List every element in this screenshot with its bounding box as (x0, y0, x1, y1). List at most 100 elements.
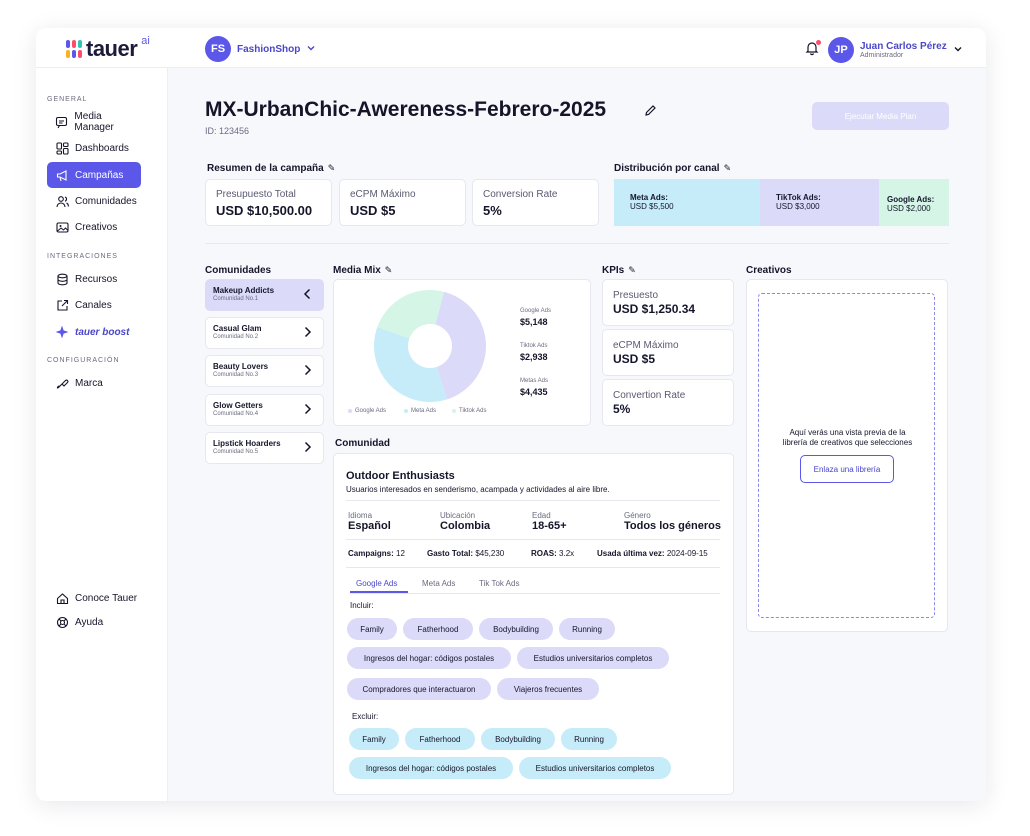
community-item[interactable]: Casual Glam Comunidad No.2 (205, 317, 324, 349)
channel-name: Google Ads: (887, 195, 935, 204)
user-role: Administrador (860, 52, 904, 59)
legend-dot (348, 409, 352, 413)
logo[interactable]: tauer ai (66, 35, 150, 60)
exclude-chip[interactable]: Bodybuilding (481, 728, 555, 750)
attribute-label: Ubicación (440, 511, 476, 520)
user-menu[interactable]: JP Juan Carlos Pérez Administrador (828, 37, 963, 63)
tab-tiktok-ads[interactable]: Tik Tok Ads (479, 579, 519, 588)
exclude-chip[interactable]: Estudios universitarios completos (519, 757, 671, 779)
sidebar-item-label: Dashboards (75, 142, 129, 154)
distribution-tiktok: TikTok Ads: USD $3,000 (760, 179, 879, 226)
sidebar-item-creativos[interactable]: Creativos (47, 214, 141, 240)
creatives-heading: Creativos (746, 265, 792, 276)
user-name: Juan Carlos Pérez (860, 41, 947, 52)
execute-media-plan-button[interactable]: Ejecutar Media Plan (812, 102, 949, 130)
link-library-button[interactable]: Enlaza una librería (800, 455, 894, 483)
include-chip[interactable]: Estudios universitarios completos (517, 647, 669, 669)
include-chip[interactable]: Compradores que interactuaron (347, 678, 491, 700)
attribute-value: Colombia (440, 520, 491, 532)
attribute-label: Edad (532, 511, 551, 520)
sidebar-item-label: Comunidades (75, 195, 137, 207)
media-mix-card: Google Ads $5,148 Tiktok Ads $2,938 Meta… (333, 279, 591, 426)
chevron-right-icon (303, 403, 312, 418)
section-divider (205, 243, 949, 244)
sidebar-footer-conoce-tauer[interactable]: Conoce Tauer (47, 585, 141, 611)
external-link-icon (55, 298, 69, 312)
include-chip[interactable]: Bodybuilding (479, 618, 553, 640)
include-chip[interactable]: Ingresos del hogar: códigos postales (347, 647, 511, 669)
exclude-label: Excluir: (352, 712, 379, 721)
image-icon (55, 220, 69, 234)
summary-value: 5% (483, 203, 502, 218)
include-chip[interactable]: Family (347, 618, 397, 640)
edit-summary-icon[interactable]: ✎ (328, 163, 336, 173)
edit-title-icon[interactable] (644, 104, 657, 120)
distribution-heading: Distribución por canal ✎ (614, 163, 731, 174)
sidebar-item-label: Media Manager (74, 111, 114, 133)
sidebar-item-dashboards[interactable]: Dashboards (47, 135, 141, 161)
exclude-chip[interactable]: Fatherhood (405, 728, 475, 750)
sidebar-item-label: tauer boost (75, 326, 130, 338)
community-detail-card: Outdoor Enthusiasts Usuarios interesados… (333, 453, 734, 795)
kpis-heading-text: KPIs (602, 265, 625, 276)
edit-media-mix-icon[interactable]: ✎ (385, 265, 393, 275)
edit-kpis-icon[interactable]: ✎ (628, 265, 636, 275)
summary-label: Presupuesto Total (216, 189, 296, 200)
sidebar-item-tauer-boost[interactable]: tauer boost (47, 319, 141, 345)
channel-name: TikTok Ads: (776, 193, 821, 202)
top-bar: tauer ai FS FashionShop JP Juan Carlos P… (36, 28, 986, 68)
channel-value: USD $5,500 (630, 202, 674, 211)
stat-value: 3.2x (559, 549, 575, 558)
creatives-dropzone: Aquí verás una vista previa de la librer… (758, 293, 935, 618)
megaphone-icon (55, 168, 69, 182)
legend-tiktok: Tiktok Ads (452, 408, 486, 414)
chevron-right-icon (303, 441, 312, 456)
attribute-value: 18-65+ (532, 520, 567, 532)
divider (346, 500, 720, 501)
media-mix-heading: Media Mix ✎ (333, 265, 392, 276)
kpi-card: Presuesto USD $1,250.34 (602, 279, 734, 326)
sidebar-item-canales[interactable]: Canales (47, 292, 141, 318)
distribution-google: Google Ads: USD $2,000 (879, 179, 949, 226)
legend-dot (404, 409, 408, 413)
exclude-chip[interactable]: Family (349, 728, 399, 750)
sidebar-item-comunidades[interactable]: Comunidades (47, 188, 141, 214)
summary-value: USD $5 (350, 203, 396, 218)
communities-heading: Comunidades (205, 265, 272, 276)
exclude-chip[interactable]: Running (561, 728, 617, 750)
sidebar-item-label: Recursos (75, 273, 118, 285)
include-chip[interactable]: Viajeros frecuentes (497, 678, 599, 700)
sidebar-item-campanas[interactable]: Campañas (47, 162, 141, 188)
community-item[interactable]: Lipstick Hoarders Comunidad No.5 (205, 432, 324, 464)
include-chip[interactable]: Running (559, 618, 615, 640)
edit-distribution-icon[interactable]: ✎ (724, 163, 732, 173)
sparkle-icon (55, 325, 69, 339)
shop-selector[interactable]: FS FashionShop (205, 36, 316, 62)
summary-heading: Resumen de la campaña ✎ (207, 163, 335, 174)
sidebar-item-recursos[interactable]: Recursos (47, 266, 141, 292)
community-item[interactable]: Makeup Addicts Comunidad No.1 (205, 279, 324, 311)
chevron-down-icon (306, 43, 316, 56)
include-label: Incluir: (350, 601, 374, 610)
sidebar-footer-ayuda[interactable]: Ayuda (47, 609, 141, 635)
tab-google-ads[interactable]: Google Ads (356, 579, 397, 588)
palette-icon (55, 376, 69, 390)
divider (346, 567, 720, 568)
mix-label: Metas Ads (520, 378, 549, 384)
include-chip[interactable]: Fatherhood (403, 618, 473, 640)
sidebar-item-marca[interactable]: Marca (47, 370, 141, 396)
summary-card-conversion: Conversion Rate 5% (472, 179, 599, 226)
shop-avatar: FS (205, 36, 231, 62)
chevron-right-icon (303, 364, 312, 379)
kpi-card: Convertion Rate 5% (602, 379, 734, 426)
exclude-chip[interactable]: Ingresos del hogar: códigos postales (349, 757, 513, 779)
legend-meta: Meta Ads (404, 408, 436, 414)
sidebar-item-media-manager[interactable]: Media Manager (47, 109, 141, 135)
stat-roas: ROAS: 3.2x (531, 549, 574, 558)
community-item[interactable]: Glow Getters Comunidad No.4 (205, 394, 324, 426)
tab-meta-ads[interactable]: Meta Ads (422, 579, 455, 588)
stat-value: 12 (396, 549, 405, 558)
summary-label: Conversion Rate (483, 189, 558, 200)
sidebar-item-label: Ayuda (75, 616, 104, 628)
community-item[interactable]: Beauty Lovers Comunidad No.3 (205, 355, 324, 387)
